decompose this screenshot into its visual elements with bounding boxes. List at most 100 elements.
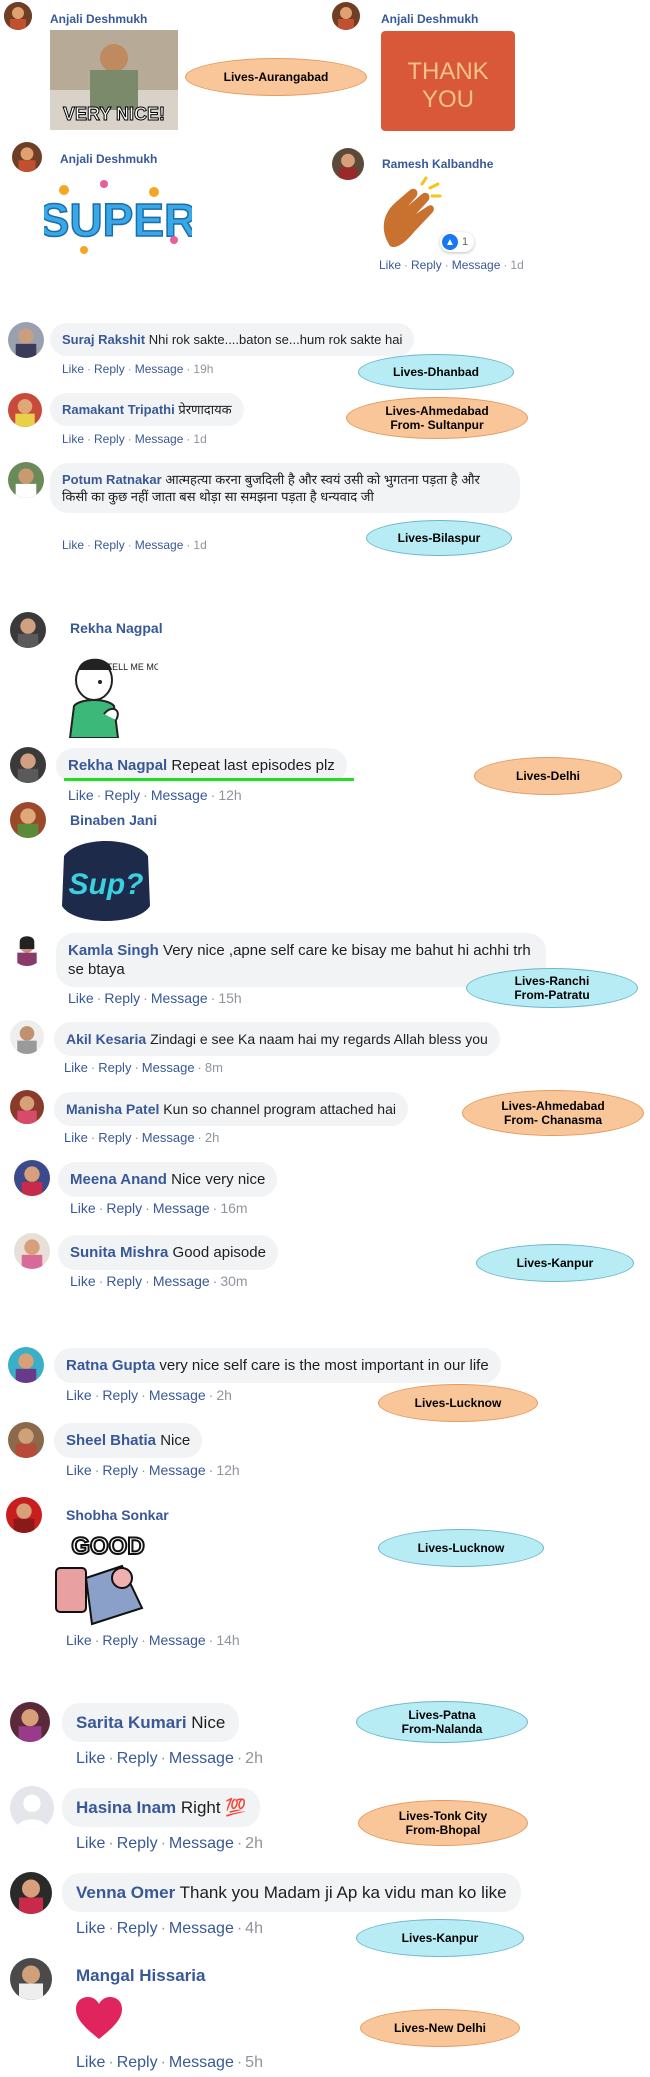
message-link[interactable]: Message [169,1750,234,1767]
like-link[interactable]: Like [64,1060,88,1075]
commenter-name[interactable]: Venna Omer [76,1883,175,1902]
like-link[interactable]: Like [70,1200,96,1216]
message-link[interactable]: Message [149,1632,206,1648]
commenter-name[interactable]: Anjali Deshmukh [50,12,147,26]
message-link[interactable]: Message [135,362,184,376]
like-link[interactable]: Like [64,1130,88,1145]
reply-link[interactable]: Reply [94,432,125,446]
commenter-name[interactable]: Hasina Inam [76,1798,176,1817]
message-link[interactable]: Message [142,1060,195,1075]
reply-link[interactable]: Reply [102,1462,138,1478]
avatar[interactable] [10,612,46,648]
avatar[interactable] [4,2,32,30]
like-link[interactable]: Like [66,1387,92,1403]
message-link[interactable]: Message [153,1200,210,1216]
avatar[interactable] [8,322,44,358]
avatar[interactable] [14,1233,50,1269]
like-link[interactable]: Like [68,990,94,1006]
commenter-name[interactable]: Sarita Kumari [76,1713,187,1732]
commenter-name[interactable]: Anjali Deshmukh [381,12,478,26]
avatar[interactable] [12,142,42,172]
location-tag: Lives-Lucknow [378,1529,544,1567]
message-link[interactable]: Message [135,432,184,446]
commenter-name[interactable]: Ratna Gupta [66,1357,155,1374]
avatar[interactable] [10,1020,44,1054]
reply-link[interactable]: Reply [104,787,140,803]
like-link[interactable]: Like [62,538,84,552]
avatar[interactable] [10,802,46,838]
avatar[interactable] [10,1702,50,1742]
commenter-name[interactable]: Sheel Bhatia [66,1432,156,1449]
avatar[interactable] [10,1872,52,1914]
message-link[interactable]: Message [169,1835,234,1852]
avatar[interactable] [8,462,44,498]
message-link[interactable]: Message [153,1273,210,1289]
commenter-name[interactable]: Rekha Nagpal [68,757,167,774]
commenter-name[interactable]: Ramakant Tripathi [62,402,175,417]
avatar[interactable] [332,148,364,180]
avatar[interactable] [6,1497,42,1533]
comment-actions: Like · Reply · Message · 15h [68,990,242,1006]
reply-link[interactable]: Reply [106,1273,142,1289]
reply-link[interactable]: Reply [98,1130,131,1145]
avatar[interactable] [332,2,360,30]
reply-link[interactable]: Reply [98,1060,131,1075]
like-link[interactable]: Like [62,432,84,446]
commenter-name[interactable]: Sunita Mishra [70,1244,168,1261]
reply-link[interactable]: Reply [117,1920,158,1937]
reply-link[interactable]: Reply [94,538,125,552]
avatar[interactable] [8,1347,44,1383]
like-link[interactable]: Like [68,787,94,803]
reply-link[interactable]: Reply [102,1632,138,1648]
avatar[interactable] [10,747,46,783]
message-link[interactable]: Message [149,1462,206,1478]
like-link[interactable]: Like [62,362,84,376]
reply-link[interactable]: Reply [106,1200,142,1216]
reply-link[interactable]: Reply [411,258,442,272]
like-link[interactable]: Like [379,258,401,272]
commenter-name[interactable]: Ramesh Kalbandhe [382,157,493,171]
reply-link[interactable]: Reply [117,1750,158,1767]
reaction-summary[interactable]: ▲ 1 [440,232,475,252]
avatar[interactable] [10,932,44,966]
avatar[interactable] [10,1786,54,1830]
avatar[interactable] [14,1160,50,1196]
avatar[interactable] [10,1090,44,1124]
reply-link[interactable]: Reply [94,362,125,376]
like-link[interactable]: Like [70,1273,96,1289]
avatar[interactable] [8,1422,44,1458]
like-link[interactable]: Like [66,1462,92,1478]
message-link[interactable]: Message [151,787,208,803]
like-link[interactable]: Like [76,1835,105,1852]
message-link[interactable]: Message [149,1387,206,1403]
message-link[interactable]: Message [169,1920,234,1937]
avatar[interactable] [8,393,42,427]
message-link[interactable]: Message [135,538,184,552]
reply-link[interactable]: Reply [104,990,140,1006]
like-link[interactable]: Like [76,1750,105,1767]
message-link[interactable]: Message [142,1130,195,1145]
commenter-name[interactable]: Suraj Rakshit [62,332,145,347]
commenter-name[interactable]: Shobha Sonkar [66,1507,169,1523]
like-link[interactable]: Like [76,1920,105,1937]
message-link[interactable]: Message [151,990,208,1006]
reply-link[interactable]: Reply [117,1835,158,1852]
message-link[interactable]: Message [169,2054,234,2071]
commenter-name[interactable]: Meena Anand [70,1171,167,1188]
good-sticker: GOOD [52,1528,154,1628]
commenter-name[interactable]: Akil Kesaria [66,1031,146,1047]
reply-link[interactable]: Reply [117,2054,158,2071]
avatar[interactable] [10,1958,52,2000]
message-link[interactable]: Message [452,258,501,272]
commenter-name[interactable]: Rekha Nagpal [70,620,163,636]
reply-link[interactable]: Reply [102,1387,138,1403]
commenter-name[interactable]: Potum Ratnakar [62,472,162,487]
commenter-name[interactable]: Anjali Deshmukh [60,152,157,166]
like-link[interactable]: Like [66,1632,92,1648]
tag-line: Lives-Ranchi [514,974,590,988]
commenter-name[interactable]: Manisha Patel [66,1101,159,1117]
like-link[interactable]: Like [76,2054,105,2071]
commenter-name[interactable]: Mangal Hissaria [76,1966,205,1986]
commenter-name[interactable]: Kamla Singh [68,942,159,959]
commenter-name[interactable]: Binaben Jani [70,812,157,828]
